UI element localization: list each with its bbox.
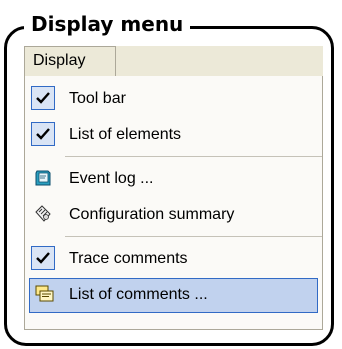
display-menu-caption: Display menu (24, 12, 191, 36)
configuration-summary-icon (31, 202, 55, 226)
menu-item-list-of-comments[interactable]: List of comments ... (29, 278, 318, 313)
event-log-book-icon (31, 166, 55, 190)
menu-item-configuration-summary[interactable]: Configuration summary (25, 198, 322, 233)
menu-separator (65, 156, 322, 157)
menu-item-label: Event log ... (69, 170, 154, 187)
menu-item-label: List of comments ... (69, 286, 208, 303)
checkmark-icon (31, 86, 55, 110)
menu-item-label: Tool bar (69, 90, 126, 107)
menu-separator (65, 236, 322, 237)
menu-item-tool-bar[interactable]: Tool bar (25, 82, 322, 117)
menu-item-event-log[interactable]: Event log ... (25, 162, 322, 197)
menubar: Display (24, 46, 323, 76)
menu-item-trace-comments[interactable]: Trace comments (25, 242, 322, 277)
display-dropdown-menu: Tool bar List of elements Event log ... (24, 76, 323, 330)
menu-item-label: Trace comments (69, 250, 188, 267)
menu-item-label: Configuration summary (69, 206, 235, 223)
menu-item-label: List of elements (69, 126, 182, 143)
checkmark-icon (31, 122, 55, 146)
menu-display-title[interactable]: Display (24, 46, 116, 76)
checkmark-icon (31, 246, 55, 270)
comments-list-icon (33, 282, 57, 306)
menu-item-list-of-elements[interactable]: List of elements (25, 118, 322, 153)
